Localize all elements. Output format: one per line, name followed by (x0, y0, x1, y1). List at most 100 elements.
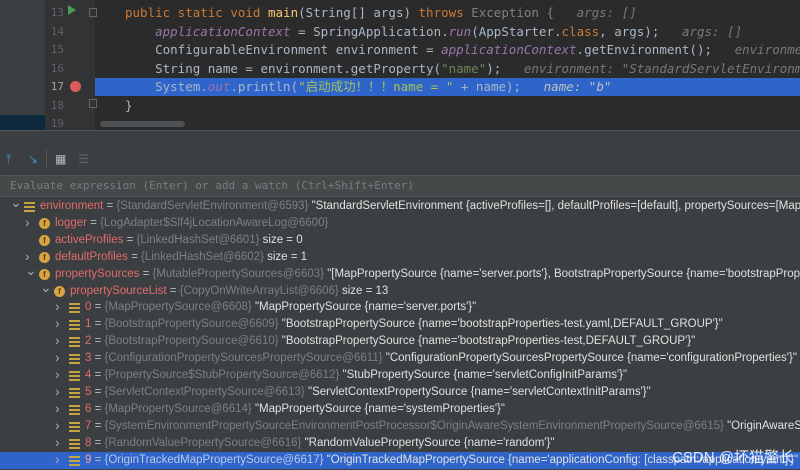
object-icon (69, 404, 80, 415)
variable-name: 8 (85, 436, 92, 449)
variable-text: 0 = {MapPropertySource@6608} "MapPropert… (85, 301, 477, 314)
field-icon: f (39, 268, 50, 280)
variable-text: environment = {StandardServletEnvironmen… (40, 198, 800, 215)
variable-type: {LinkedHashSet@6602} (140, 250, 264, 263)
variable-row[interactable]: › 1 = {BootstrapPropertySource@6609} "Boo… (0, 316, 800, 333)
variable-name: activeProfiles (55, 233, 124, 246)
variable-type: {StandardServletEnvironment@6593} (116, 200, 309, 212)
collapse-chevron-icon[interactable]: ⌄ (10, 198, 22, 211)
variable-row[interactable]: ⌄ environment = {StandardServletEnvironme… (0, 198, 800, 215)
variable-row[interactable]: › 4 = {PropertySource$StubPropertySource@… (0, 367, 800, 384)
fold-icon[interactable] (89, 8, 97, 17)
variable-name: propertySources (55, 267, 140, 280)
expand-chevron-icon[interactable]: › (55, 384, 60, 400)
line-number: 17 (50, 80, 64, 93)
object-icon (69, 438, 80, 449)
trace-icon[interactable]: ☰ (78, 152, 89, 166)
variable-text: 2 = {BootstrapPropertySource@6610} "Boot… (85, 335, 696, 348)
panel-divider[interactable] (0, 130, 800, 144)
horizontal-scrollbar[interactable] (100, 121, 185, 127)
variable-name: 9 (85, 453, 92, 466)
variable-text: propertySourceList = {CopyOnWriteArrayLi… (70, 284, 389, 297)
code-token: .println( (230, 79, 299, 94)
variable-row[interactable]: › 7 = {SystemEnvironmentPropertySourceEnv… (0, 418, 800, 435)
object-icon (69, 387, 80, 398)
variable-row[interactable]: › 3 = {ConfigurationPropertySourcesProper… (0, 350, 800, 367)
expand-chevron-icon[interactable]: › (55, 452, 60, 468)
run-to-cursor-icon[interactable]: ↘ (28, 152, 38, 166)
code-line[interactable]: 17 System.out.println("启动成功！！！name = " +… (0, 78, 800, 96)
variable-type: {MapPropertySource@6614} (104, 402, 252, 415)
code-text: applicationContext = SpringApplication.r… (125, 23, 742, 41)
variable-type: {LinkedHashSet@6601} (136, 233, 260, 246)
code-token: applicationContext (441, 42, 577, 57)
line-number: 16 (50, 61, 64, 75)
expand-chevron-icon[interactable]: › (55, 418, 60, 434)
variable-value: size = 1 (267, 250, 308, 263)
variable-row[interactable]: › 6 = {MapPropertySource@6614} "MapProper… (0, 401, 800, 418)
code-line[interactable]: 16 String name = environment.getProperty… (0, 60, 800, 78)
object-icon (69, 455, 80, 466)
expand-chevron-icon[interactable]: › (55, 401, 60, 417)
collapse-chevron-icon[interactable]: ⌄ (40, 283, 52, 296)
variable-row[interactable]: ⌄ f propertySourceList = {CopyOnWriteArray… (0, 283, 800, 300)
expand-chevron-icon[interactable]: › (55, 367, 60, 383)
variable-text: 7 = {SystemEnvironmentPropertySourceEnvi… (85, 418, 800, 435)
variables-tree: ⌄ environment = {StandardServletEnvironme… (0, 198, 800, 470)
variable-row[interactable]: › 5 = {ServletContextPropertySource@6613}… (0, 384, 800, 401)
code-token: Exception { (471, 5, 577, 20)
variable-name: 0 (85, 301, 92, 314)
collapse-chevron-icon[interactable]: ⌄ (25, 266, 37, 279)
variable-value: size = 13 (341, 284, 389, 297)
expand-chevron-icon[interactable]: › (25, 215, 30, 231)
variable-row[interactable]: › 0 = {MapPropertySource@6608} "MapProper… (0, 299, 800, 316)
variable-row[interactable]: › f logger = {LogAdapter$Slf4jLocationAwar… (0, 215, 800, 232)
evaluate-expression-input[interactable]: Evaluate expression (Enter) or add a wat… (0, 175, 800, 197)
expand-chevron-icon[interactable]: › (55, 350, 60, 366)
code-token: , args); (599, 23, 682, 39)
expand-chevron-icon[interactable]: › (55, 333, 60, 349)
code-line[interactable]: 15 ConfigurableEnvironment environment =… (0, 41, 800, 59)
variable-name: propertySourceList (70, 284, 167, 297)
run-icon[interactable] (68, 5, 76, 15)
code-line[interactable]: 14 applicationContext = SpringApplicatio… (0, 23, 800, 41)
code-editor[interactable]: 13 public static void main(String[] args)… (0, 0, 800, 130)
variable-text: 6 = {MapPropertySource@6614} "MapPropert… (85, 402, 505, 415)
variable-type: {ServletContextPropertySource@6613} (104, 385, 305, 398)
step-out-icon[interactable]: ⤒ (6, 152, 11, 167)
code-token: run (448, 23, 472, 39)
variable-row[interactable]: › 2 = {BootstrapPropertySource@6610} "Boo… (0, 333, 800, 350)
code-text: String name = environment.getProperty("n… (125, 60, 800, 78)
variable-row[interactable]: ⌄ f propertySources = {MutablePropertySour… (0, 266, 800, 283)
breakpoint-icon[interactable] (70, 81, 81, 92)
expand-chevron-icon[interactable]: › (25, 249, 30, 265)
expand-chevron-icon[interactable]: › (55, 435, 60, 451)
expand-chevron-icon[interactable]: › (55, 299, 60, 315)
variable-row[interactable]: › f defaultProfiles = {LinkedHashSet@6602}… (0, 249, 800, 266)
variable-name: 6 (85, 402, 92, 415)
variable-value: "MapPropertySource {name='systemProperti… (254, 402, 505, 415)
variable-text: 8 = {RandomValuePropertySource@6616} "Ra… (85, 436, 555, 449)
code-text: } (125, 97, 133, 115)
variable-text: logger = {LogAdapter$Slf4jLocationAwareL… (55, 216, 329, 229)
variable-value: "RandomValuePropertySource {name='random… (304, 436, 555, 449)
field-icon: f (39, 251, 50, 263)
variable-value: "ServletContextPropertySource {name='ser… (307, 385, 651, 398)
line-number: 15 (50, 43, 64, 56)
code-line[interactable]: 18} (0, 97, 800, 115)
line-number: 14 (50, 24, 64, 38)
variable-value: "ConfigurationPropertySourcesPropertySou… (385, 352, 797, 365)
variable-type: {PropertySource$StubPropertySource@6612} (104, 369, 340, 381)
expand-chevron-icon[interactable]: › (55, 316, 60, 332)
code-token: args: [] (681, 23, 743, 39)
fold-icon[interactable] (89, 99, 97, 108)
line-number: 13 (50, 6, 64, 19)
variable-row[interactable]: f activeProfiles = {LinkedHashSet@6601} s… (0, 232, 800, 249)
code-token: String name = environment.getProperty( (125, 60, 442, 76)
code-line[interactable]: 13 public static void main(String[] args)… (0, 4, 800, 22)
variable-text: 1 = {BootstrapPropertySource@6609} "Boot… (85, 318, 723, 331)
debugger-toolbar: ⤒ ↘ ▦ ☰ (0, 144, 800, 174)
evaluate-expression-icon[interactable]: ▦ (55, 152, 66, 166)
variable-type: {BootstrapPropertySource@6610} (104, 335, 279, 348)
